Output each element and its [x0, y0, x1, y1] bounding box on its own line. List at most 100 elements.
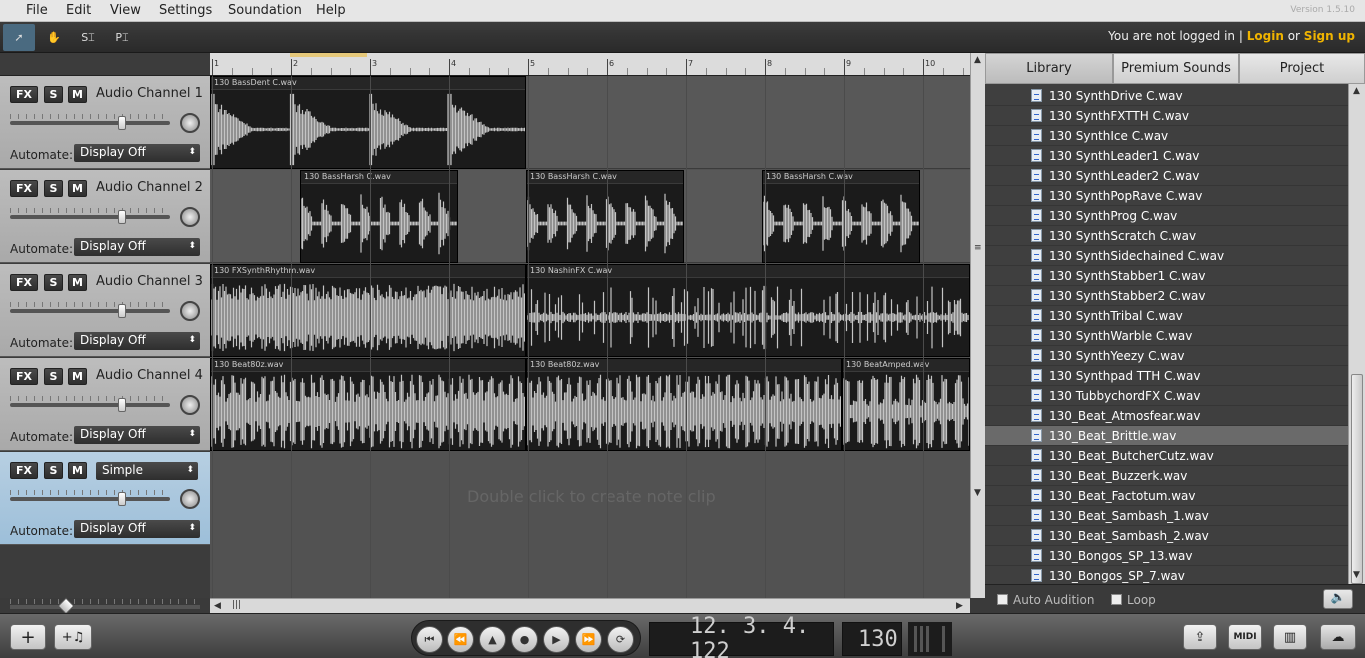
volume-thumb[interactable]: [118, 398, 126, 412]
channel-strip[interactable]: FX S M Audio Channel 2 Automate: Display…: [0, 170, 210, 263]
fx-button[interactable]: FX: [10, 462, 38, 479]
signup-link[interactable]: Sign up: [1304, 29, 1355, 43]
volume-slider[interactable]: [10, 210, 170, 224]
library-file-item[interactable]: 130_Beat_Factotum.wav: [985, 486, 1348, 506]
loop-checkbox[interactable]: [1111, 594, 1122, 605]
library-file-item[interactable]: 130_Beat_Atmosfear.wav: [985, 406, 1348, 426]
scroll-up-icon[interactable]: ▲: [974, 55, 981, 65]
menu-file[interactable]: File: [26, 3, 48, 18]
library-file-item[interactable]: 130 SynthWarble C.wav: [985, 326, 1348, 346]
split-tool[interactable]: S⌶: [72, 24, 104, 51]
library-file-item[interactable]: 130_Beat_Sambash_2.wav: [985, 526, 1348, 546]
menu-view[interactable]: View: [110, 3, 141, 18]
library-file-item[interactable]: 130_Bongos_SP_13.wav: [985, 546, 1348, 566]
share-button[interactable]: ⇪: [1183, 624, 1217, 650]
menu-settings[interactable]: Settings: [159, 3, 212, 18]
solo-button[interactable]: S: [44, 86, 63, 103]
loop-region[interactable]: [290, 53, 367, 57]
mute-button[interactable]: M: [68, 86, 87, 103]
library-file-item[interactable]: 130 SynthPopRave C.wav: [985, 186, 1348, 206]
cloud-button[interactable]: ☁: [1320, 624, 1356, 650]
library-file-item[interactable]: 130 SynthTribal C.wav: [985, 306, 1348, 326]
channel-name[interactable]: Audio Channel 4: [96, 368, 203, 383]
volume-thumb[interactable]: [118, 210, 126, 224]
pan-knob[interactable]: [180, 113, 200, 133]
pan-knob[interactable]: [180, 207, 200, 227]
mute-button[interactable]: M: [68, 368, 87, 385]
record-button[interactable]: ●: [511, 626, 538, 653]
library-file-item[interactable]: 130 SynthSidechained C.wav: [985, 246, 1348, 266]
loop-button[interactable]: ⟳: [607, 626, 634, 653]
mute-button[interactable]: M: [68, 274, 87, 291]
library-file-item[interactable]: 130 Synthpad TTH C.wav: [985, 366, 1348, 386]
arrangement-area[interactable]: 1 2 3 4 5 6 7 8 9 10 130 BassDent C.wav 130 BassH…: [210, 53, 970, 598]
audio-clip[interactable]: 130 Beat80z.wav: [210, 358, 526, 451]
rewind-start-button[interactable]: ⏮: [416, 626, 443, 653]
automate-select[interactable]: Display Off ⬍: [74, 238, 200, 256]
automate-select[interactable]: Display Off ⬍: [74, 426, 200, 444]
audio-clip[interactable]: 130 Beat80z.wav: [526, 358, 842, 451]
automate-select[interactable]: Display Off ⬍: [74, 332, 200, 350]
pointer-tool[interactable]: ➚: [3, 24, 35, 51]
hand-tool[interactable]: ✋: [38, 24, 70, 51]
audio-clip[interactable]: 130 NashinFX C.wav: [526, 264, 970, 357]
fx-button[interactable]: FX: [10, 86, 38, 103]
scroll-grip-icon[interactable]: |||: [232, 600, 241, 610]
scroll-down-icon[interactable]: ▼: [1353, 570, 1360, 580]
audio-clip[interactable]: 130 BeatAmped.wav: [842, 358, 970, 451]
library-file-item[interactable]: 130_Bongos_SP_7.wav: [985, 566, 1348, 584]
audio-clip[interactable]: 130 BassDent C.wav: [210, 76, 526, 169]
library-file-item[interactable]: 130 TubbychordFX C.wav: [985, 386, 1348, 406]
audio-clip[interactable]: 130 BassHarsh C.wav: [526, 170, 684, 263]
channel-strip[interactable]: FX S M Audio Channel 4 Automate: Display…: [0, 358, 210, 451]
channel-name[interactable]: Audio Channel 1: [96, 86, 203, 101]
keyboard-button[interactable]: ▥: [1273, 624, 1307, 650]
paste-tool[interactable]: P⌶: [106, 24, 138, 51]
play-button[interactable]: ▶: [543, 626, 570, 653]
channel-strip[interactable]: FX S M Simple ⬍ Automate: Display Off ⬍: [0, 452, 210, 545]
solo-button[interactable]: S: [44, 180, 63, 197]
menu-soundation[interactable]: Soundation: [228, 3, 302, 18]
fx-button[interactable]: FX: [10, 368, 38, 385]
auto-audition-checkbox[interactable]: [997, 594, 1008, 605]
solo-button[interactable]: S: [44, 368, 63, 385]
scroll-left-icon[interactable]: ◀: [214, 601, 221, 611]
library-file-item[interactable]: 130 SynthStabber1 C.wav: [985, 266, 1348, 286]
rewind-button[interactable]: ⏪: [447, 626, 474, 653]
timeline-ruler[interactable]: 1 2 3 4 5 6 7 8 9 10: [210, 53, 970, 76]
tab-premium-sounds[interactable]: Premium Sounds: [1113, 53, 1239, 84]
library-file-item[interactable]: 130_Beat_ButcherCutz.wav: [985, 446, 1348, 466]
fx-button[interactable]: FX: [10, 274, 38, 291]
scroll-down-icon[interactable]: ▼: [974, 488, 981, 498]
pan-knob[interactable]: [180, 301, 200, 321]
midi-button[interactable]: MIDI: [1228, 624, 1262, 650]
library-scroll-thumb[interactable]: [1351, 374, 1363, 584]
tab-project[interactable]: Project: [1239, 53, 1365, 84]
scroll-up-icon[interactable]: ▲: [1353, 86, 1360, 96]
volume-slider[interactable]: [10, 116, 170, 130]
audio-clip[interactable]: 130 BassHarsh C.wav: [762, 170, 920, 263]
library-file-item[interactable]: 130 SynthStabber2 C.wav: [985, 286, 1348, 306]
solo-button[interactable]: S: [44, 462, 63, 479]
library-file-item[interactable]: 130 SynthLeader2 C.wav: [985, 166, 1348, 186]
library-file-item[interactable]: 130 SynthFXTTH C.wav: [985, 106, 1348, 126]
position-display[interactable]: 12. 3. 4. 122: [649, 614, 834, 658]
arrangement-vertical-scrollbar[interactable]: ▲ ≡ ▼: [970, 53, 985, 598]
library-file-item[interactable]: 130 SynthProg C.wav: [985, 206, 1348, 226]
fx-button[interactable]: FX: [10, 180, 38, 197]
library-file-item[interactable]: 130 SynthYeezy C.wav: [985, 346, 1348, 366]
pan-knob[interactable]: [180, 489, 200, 509]
library-file-item[interactable]: 130 SynthIce C.wav: [985, 126, 1348, 146]
library-file-item[interactable]: 130_Beat_Buzzerk.wav: [985, 466, 1348, 486]
tab-library[interactable]: Library: [985, 53, 1113, 84]
login-link[interactable]: Login: [1247, 29, 1284, 43]
library-file-item[interactable]: 130 SynthLeader1 C.wav: [985, 146, 1348, 166]
metronome-button[interactable]: ▲: [479, 626, 506, 653]
library-file-item[interactable]: 130_Beat_Brittle.wav: [985, 426, 1348, 446]
channel-name[interactable]: Audio Channel 2: [96, 180, 203, 195]
fast-forward-button[interactable]: ⏩: [575, 626, 602, 653]
menu-help[interactable]: Help: [316, 3, 346, 18]
volume-slider[interactable]: [10, 304, 170, 318]
channel-strip[interactable]: FX S M Audio Channel 3 Automate: Display…: [0, 264, 210, 357]
volume-slider[interactable]: [10, 398, 170, 412]
